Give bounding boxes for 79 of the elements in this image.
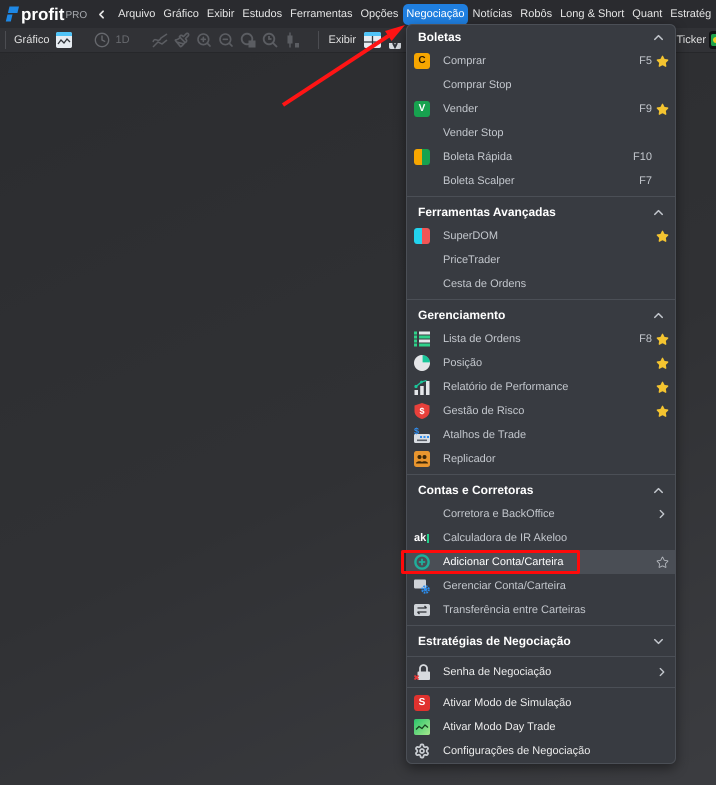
menu-bar-item[interactable]: Exibir	[204, 4, 238, 24]
menu-item[interactable]: Boleta Scalper F7	[407, 169, 675, 193]
menu-item[interactable]: Configurações de Negociação	[407, 739, 675, 763]
menu-item[interactable]: Senha de Negociação	[407, 660, 675, 684]
menu-bar-item[interactable]: Notícias	[470, 4, 516, 24]
menu-item[interactable]: Boleta Rápida F10	[407, 145, 675, 169]
menu-bar-item[interactable]: Opções	[358, 4, 402, 24]
menu-item[interactable]: S Ativar Modo de Simulação	[407, 691, 675, 715]
menu-item[interactable]: Gerenciar Conta/Carteira	[407, 574, 675, 598]
menu-item[interactable]: Ativar Modo Day Trade	[407, 715, 675, 739]
shortcut-label: F7	[639, 174, 652, 189]
line-chart-tile-icon	[414, 719, 430, 735]
section-header[interactable]: Estratégias de Negociação	[407, 629, 675, 653]
logo-text: profit	[21, 6, 64, 22]
shortcut-label: F9	[639, 102, 652, 117]
star-icon[interactable]	[656, 332, 668, 346]
toolbar-label: Gráfico	[14, 32, 50, 48]
toolbar-label: Ticker	[676, 32, 706, 48]
pie-chart-icon	[414, 355, 430, 371]
shortcut-label: F8	[639, 332, 652, 347]
section-header[interactable]: Boletas	[407, 25, 675, 49]
menu-item[interactable]: SuperDOM	[407, 224, 675, 248]
star-icon[interactable]	[656, 404, 668, 418]
letter-tile-icon: C	[414, 53, 430, 69]
toolbar-label: Exibir	[328, 32, 356, 48]
menu-item[interactable]: ak Calculadora de IR Akeloo	[407, 526, 675, 550]
menu-bar-item[interactable]: Long & Short	[557, 4, 628, 24]
star-icon[interactable]	[656, 356, 668, 370]
shield-icon: $	[414, 403, 430, 419]
shortcut-label: F10	[633, 150, 652, 165]
menu-bar-item[interactable]: Ferramentas	[287, 4, 356, 24]
padlock-icon	[414, 664, 430, 680]
star-icon[interactable]	[656, 54, 668, 68]
menu-bar-item[interactable]: Arquivo	[115, 4, 158, 24]
clock-icon	[94, 32, 110, 48]
list-icon	[414, 331, 430, 347]
menu-bar-item[interactable]: Negociação	[403, 4, 468, 24]
menu-item[interactable]: Comprar Stop	[407, 73, 675, 97]
menu-item[interactable]: Lista de Ordens F8	[407, 327, 675, 351]
letter-tile-icon: S	[414, 695, 430, 711]
menu-bar-item[interactable]: Estratég	[667, 4, 714, 24]
menu-bar-item[interactable]: Quant	[629, 4, 666, 24]
section-header[interactable]: Gerenciamento	[407, 303, 675, 327]
split-tile-icon	[414, 228, 430, 244]
menu-item[interactable]: Replicador	[407, 447, 675, 471]
shortcut-label: F5	[639, 54, 652, 69]
menu-item[interactable]: V Vender F9	[407, 97, 675, 121]
star-outline-icon[interactable]	[656, 556, 668, 568]
settings-icon	[414, 743, 430, 759]
menu-item[interactable]: $ Atalhos de Trade	[407, 423, 675, 447]
add-circle-icon	[414, 554, 430, 570]
menu-item[interactable]: Cesta de Ordens	[407, 272, 675, 296]
card-gear-icon	[414, 578, 430, 594]
letter-tile-icon: V	[414, 101, 430, 117]
menu-item[interactable]: PriceTrader	[407, 248, 675, 272]
menu-item[interactable]: Posição	[407, 351, 675, 375]
menu-item[interactable]: Corretora e BackOffice	[407, 502, 675, 526]
split-tile-icon	[414, 149, 430, 165]
line-chart-icon[interactable]	[56, 32, 72, 48]
logo-edition-text: PRO	[65, 10, 88, 20]
menu-bar-item[interactable]: Gráfico	[160, 4, 202, 24]
star-icon[interactable]	[656, 102, 668, 116]
menu-bar-item[interactable]: Estudos	[239, 4, 286, 24]
logo-icon	[5, 6, 19, 22]
tile-icon[interactable]	[389, 42, 402, 48]
menu-item[interactable]: Relatório de Performance	[407, 375, 675, 399]
menu-item[interactable]: Vender Stop	[407, 121, 675, 145]
menu-item[interactable]: $ Gestão de Risco	[407, 399, 675, 423]
bar-chart-icon	[414, 379, 430, 395]
menu-item[interactable]: C Comprar F5	[407, 49, 675, 73]
section-header[interactable]: Ferramentas Avançadas	[407, 200, 675, 224]
star-icon[interactable]	[656, 380, 668, 394]
transfer-icon	[414, 602, 430, 618]
star-icon[interactable]	[656, 230, 668, 242]
ticker-tile-icon[interactable]	[709, 31, 716, 49]
menu-item[interactable]: Transferência entre Carteiras	[407, 598, 675, 622]
menu-bar-item[interactable]: Robôs	[517, 4, 556, 24]
people-tile-icon	[414, 451, 430, 467]
section-header[interactable]: Contas e Corretoras	[407, 478, 675, 502]
